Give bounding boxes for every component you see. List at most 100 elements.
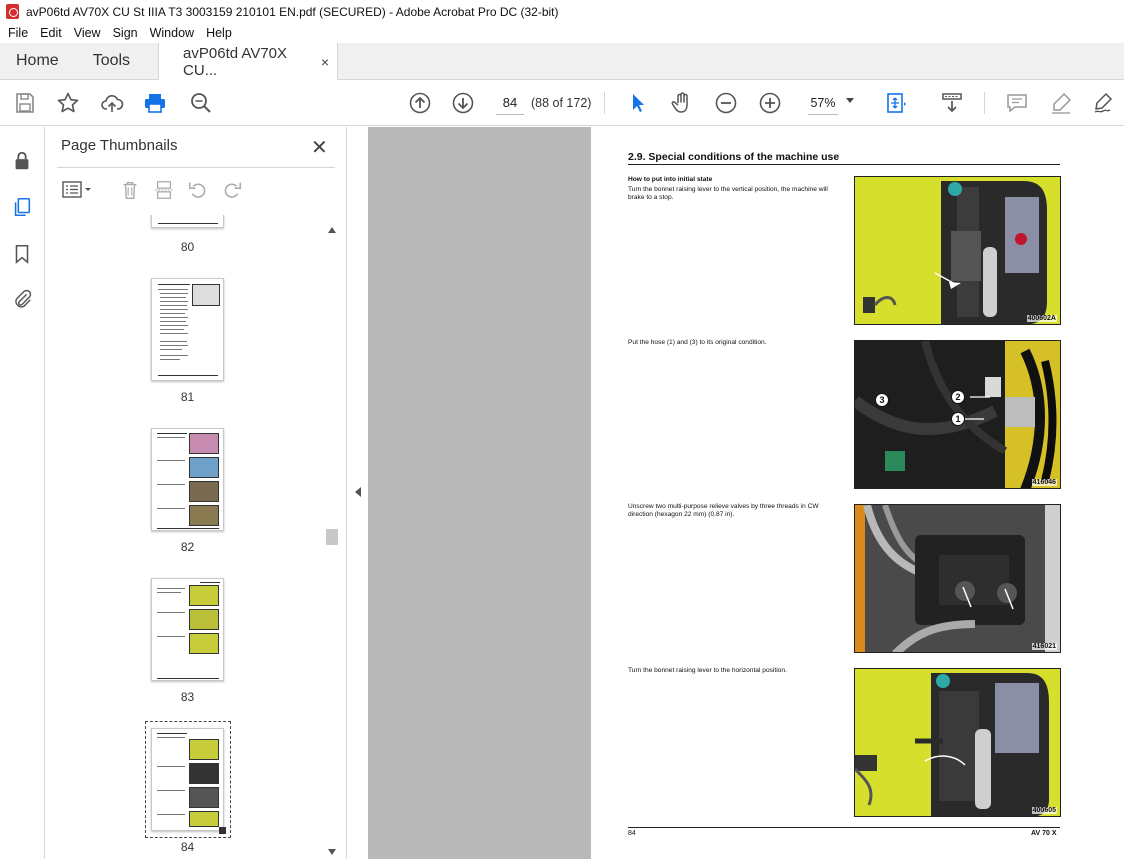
thumbnails-scrollbar[interactable] [325,223,339,859]
panel-splitter[interactable] [346,127,368,859]
extract-pages-button[interactable] [151,177,177,203]
trash-icon [123,181,137,199]
previous-page-button[interactable] [406,89,434,117]
collapse-panel-icon[interactable] [355,487,361,497]
zoom-dropdown-caret-icon[interactable] [846,98,854,103]
tab-bar: Home Tools avP06td AV70X CU... × [0,43,1124,81]
comment-button[interactable] [1003,89,1031,117]
section-rule [628,164,1060,165]
menu-window[interactable]: Window [144,26,200,40]
photo-bonnet-lever-vertical: 400602A [854,176,1061,325]
paperclip-icon [15,289,32,308]
title-bar: avP06td AV70X CU St IIIA T3 3003159 2101… [0,0,1124,23]
menu-help[interactable]: Help [200,26,238,40]
menu-file[interactable]: File [2,26,34,40]
page-thumbnails-button[interactable] [9,194,35,220]
thumbnail-list: 80 81 82 83 84 [55,215,325,855]
callout-marker-3: 3 [875,393,889,407]
tab-home[interactable]: Home [0,43,77,79]
scrollbar-thumb[interactable] [326,529,338,545]
thumbnail-label: 81 [180,390,195,404]
page-thumbnails-panel: Page Thumbnails ✕ 80 81 82 83 84 [45,127,346,859]
thumbnail-page-82[interactable] [151,428,224,531]
menu-edit[interactable]: Edit [34,26,68,40]
thumbnail-page-81[interactable] [151,278,224,381]
thumbnail-page-83[interactable] [151,578,224,681]
find-button[interactable] [187,89,215,117]
scroll-down-icon[interactable] [328,849,336,855]
subheading: How to put into initial state [628,176,713,183]
pdf-page: 2.9. Special conditions of the machine u… [591,127,1124,859]
delete-pages-button[interactable] [117,177,143,203]
tab-document-label: avP06td AV70X CU... [183,45,288,79]
bookmark-star-button[interactable] [54,89,82,117]
rotate-right-icon [224,182,242,198]
section-title: 2.9. Special conditions of the machine u… [628,151,840,163]
zoom-search-icon [191,93,211,113]
thumbnail-page-80[interactable] [151,215,224,228]
zoom-out-button[interactable] [712,89,740,117]
arrow-up-circle-icon [409,92,431,114]
sign-button[interactable] [1090,89,1118,117]
close-panel-icon[interactable]: ✕ [311,135,328,160]
menu-sign[interactable]: Sign [107,26,144,40]
bonnet-lever-horizontal-illustration [855,669,1060,816]
toolbar-divider [984,92,985,114]
attachments-button[interactable] [9,286,35,312]
footer-model: AV 70 X [1031,830,1057,837]
step-text: Turn the bonnet raising lever to the ver… [628,186,828,202]
acrobat-logo-icon [6,4,19,19]
photo-code: 400605 [1031,807,1057,814]
footer-rule [628,827,1060,828]
scroll-up-icon[interactable] [328,227,336,233]
thumbnail-options-button[interactable] [59,177,95,203]
toolbar-divider [604,92,605,114]
star-icon [57,92,79,113]
split-pages-icon [154,181,174,199]
photo-code: 416021 [1031,643,1057,650]
zoom-in-button[interactable] [756,89,784,117]
bonnet-lever-illustration [855,177,1060,324]
save-button[interactable] [11,89,39,117]
hand-tool-button[interactable] [668,89,696,117]
highlighter-pen-icon [1052,92,1072,114]
print-button[interactable] [141,89,169,117]
select-tool-button[interactable] [624,89,652,117]
step-text: Unscrew two multi-purpose relieve valves… [628,503,819,519]
fit-page-button[interactable] [882,89,910,117]
selected-page-marker [219,827,226,834]
fit-page-icon [887,93,906,113]
tab-close-icon[interactable]: × [321,54,329,70]
document-view[interactable]: 2.9. Special conditions of the machine u… [368,127,1124,859]
upload-button[interactable] [98,89,126,117]
highlight-button[interactable] [1047,89,1075,117]
zoom-level-input[interactable]: 57% [808,91,838,115]
photo-hoses: 2 1 3 416046 [854,340,1061,489]
footer-page-number: 84 [628,830,636,837]
photo-relieve-valves: 416021 [854,504,1061,653]
bookmark-icon [15,244,29,264]
thumbnail-toolbar [59,177,349,205]
plus-circle-icon [759,92,781,114]
signature-pen-icon [1094,92,1113,113]
save-icon [16,93,34,113]
photo-bonnet-lever-horizontal: 400605 [854,668,1061,817]
scroll-mode-button[interactable] [938,89,966,117]
comment-icon [1007,94,1027,113]
thumbnail-page-84[interactable] [151,728,224,831]
acrobat-window: avP06td AV70X CU St IIIA T3 3003159 2101… [0,0,1124,859]
minus-circle-icon [715,92,737,114]
next-page-button[interactable] [449,89,477,117]
page-number-input[interactable]: 84 [496,91,524,115]
menu-view[interactable]: View [68,26,107,40]
hand-icon [671,92,688,113]
thumbnail-label: 82 [180,540,195,554]
thumbnail-label: 84 [180,840,195,854]
tab-tools[interactable]: Tools [77,43,146,79]
rotate-left-icon [188,182,206,198]
bookmarks-button[interactable] [9,241,35,267]
tab-document[interactable]: avP06td AV70X CU... × [158,43,339,81]
rotate-right-button[interactable] [219,177,245,203]
security-button[interactable] [9,148,35,174]
rotate-left-button[interactable] [185,177,211,203]
